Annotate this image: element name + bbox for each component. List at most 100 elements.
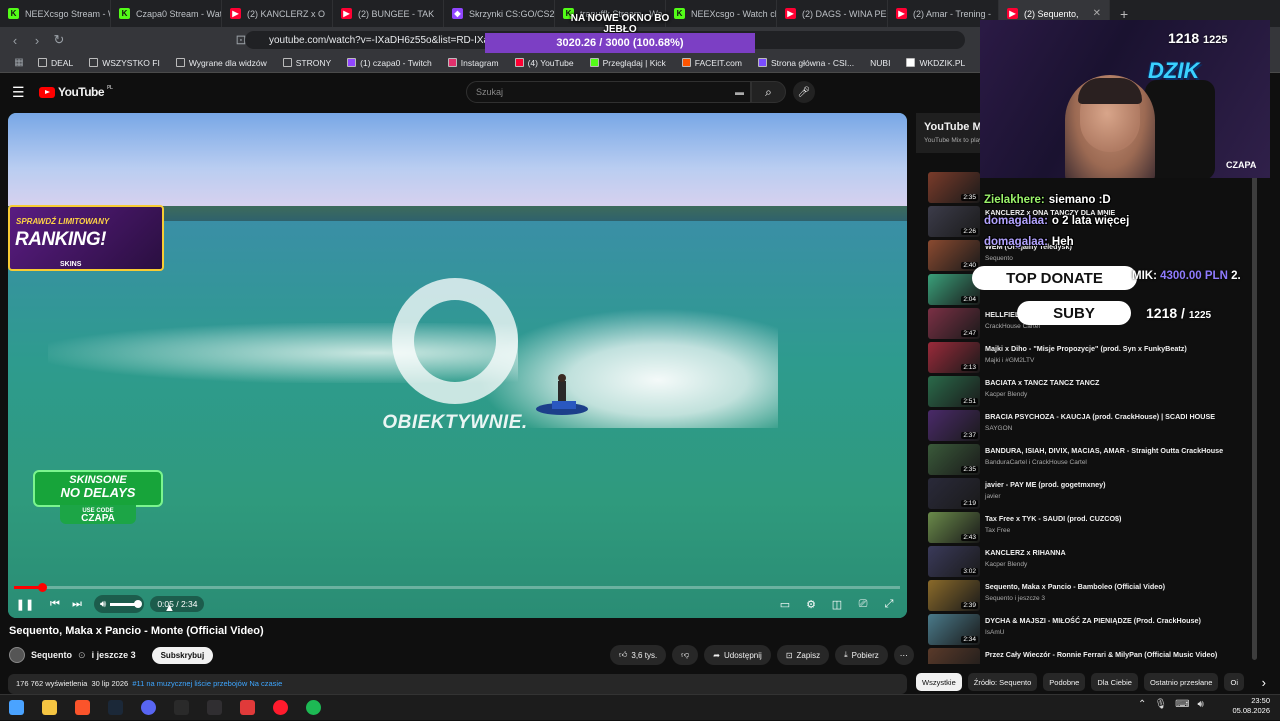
speaker-icon[interactable]: 🔊︎	[1198, 699, 1204, 710]
taskbar-obs-icon[interactable]	[198, 695, 231, 721]
playlist-thumbnail[interactable]: 2:40	[928, 240, 980, 271]
hamburger-menu-icon[interactable]: ☰	[12, 84, 25, 101]
filter-chip[interactable]: Wszystkie	[916, 673, 962, 691]
keyboard-icon[interactable]: ▬	[735, 87, 744, 97]
playlist-thumbnail[interactable]: 2:51	[928, 376, 980, 407]
volume-icon[interactable]: 🔊︎	[100, 599, 106, 610]
bookmark-item[interactable]: DEAL	[30, 58, 81, 68]
playlist-thumbnail[interactable]: 2:34	[928, 614, 980, 645]
bookmark-item[interactable]: Instagram	[440, 58, 507, 68]
playlist-thumbnail[interactable]: 3:02	[928, 546, 980, 577]
apps-grid-icon[interactable]: ▦	[8, 57, 30, 68]
playlist-item[interactable]: 2:43 Tax Free x TYK - SAUDI (prod. CUZCO$…	[928, 512, 1258, 544]
share-button[interactable]: ➦ Udostępnij	[704, 645, 771, 665]
taskbar-opera-icon[interactable]	[264, 695, 297, 721]
reload-icon[interactable]: ↻	[48, 32, 70, 48]
bookmark-item[interactable]: NUBI	[862, 58, 898, 68]
browser-tab[interactable]: ◆ Skrzynki CS:GO/CS2 |	[444, 0, 555, 27]
bookmark-item[interactable]: Strona główna - CSI...	[750, 58, 862, 68]
volume-knob[interactable]	[134, 599, 143, 608]
browser-tab[interactable]: ▶ (2) KANCLERZ x O	[222, 0, 333, 27]
bookmark-item[interactable]: WSZYSTKO FI	[81, 58, 168, 68]
playlist-item[interactable]: 2:35 BANDURA, ISIAH, DIVIX, MACIAS, AMAR …	[928, 444, 1258, 476]
clock[interactable]: 23:50 05.08.2026	[1232, 696, 1270, 716]
filter-chip[interactable]: Podobne	[1043, 673, 1086, 691]
playlist-item[interactable]: 2:34 DYCHA & MAJSZI - MIŁOŚĆ ZA PIENIĄDZE…	[928, 614, 1258, 646]
network-icon[interactable]: ⌨	[1175, 699, 1189, 710]
playlist-thumbnail[interactable]: 2:13	[928, 342, 980, 373]
next-icon[interactable]: ⏭︎	[66, 594, 88, 614]
channel-avatar[interactable]	[9, 647, 25, 663]
playlist-thumbnail[interactable]: 2:43	[928, 512, 980, 543]
search-button[interactable]: ⌕	[751, 81, 786, 103]
playlist-item[interactable]: 2:37 BRACIA PSYCHOZA - KAUCJA (prod. Crac…	[928, 410, 1258, 442]
taskbar-start-icon[interactable]	[0, 695, 33, 721]
channel-name[interactable]: Sequento	[31, 650, 72, 660]
playlist-thumbnail[interactable]: 2:35	[928, 172, 980, 203]
microphone-icon[interactable]: 🎙︎	[1154, 699, 1167, 710]
pause-icon[interactable]: ❚❚	[14, 594, 36, 614]
video-player[interactable]: OBIEKTYWNIE. SPRAWDŹ LIMITOWANY RANKING!…	[8, 113, 907, 618]
playlist-item[interactable]: 2:39 Sequento, Maka x Pancio - Bamboleo (…	[928, 580, 1258, 612]
fullscreen-icon[interactable]: ⤢	[878, 594, 900, 614]
browser-tab[interactable]: ▶ (2) BUNGEE - TAK	[333, 0, 444, 27]
tab-close-icon[interactable]: ✕	[1093, 8, 1101, 19]
settings-gear-icon[interactable]: ⚙	[800, 594, 822, 614]
video-progress-bar[interactable]	[14, 583, 900, 592]
playlist-thumbnail[interactable]: 2:39	[928, 580, 980, 611]
download-button[interactable]: ⤓ Pobierz	[835, 645, 888, 665]
channel-collab[interactable]: i jeszcze 3	[92, 650, 136, 660]
more-actions-button[interactable]: ⋯	[893, 645, 914, 665]
browser-tab[interactable]: K NEEXcsgo Stream - W	[0, 0, 111, 27]
playlist-item[interactable]: Przez Cały Wieczór - Ronnie Ferrari & Mi…	[928, 648, 1258, 664]
browser-tab[interactable]: ▶ (2) DAGS - WINA PED	[777, 0, 888, 27]
chart-tag[interactable]: #11 na muzycznej liście przebojów Na cza…	[132, 679, 282, 688]
taskbar-adobe-icon[interactable]	[231, 695, 264, 721]
taskbar-discord-icon[interactable]	[132, 695, 165, 721]
save-button[interactable]: ⊡ Zapisz	[776, 645, 830, 665]
cast-icon[interactable]: ⎚	[852, 594, 874, 614]
taskbar-steam-icon[interactable]	[99, 695, 132, 721]
description-box[interactable]: 176 762 wyświetlenia 30 lip 2026 #11 na …	[8, 674, 907, 694]
dislike-button[interactable]: 👎︎	[672, 645, 699, 665]
taskbar-epic-icon[interactable]	[165, 695, 198, 721]
bookmark-item[interactable]: Wygrane dla widzów	[168, 58, 275, 68]
volume-control[interactable]: 🔊︎	[94, 595, 145, 613]
youtube-logo[interactable]: YouTube PL	[39, 85, 113, 99]
playlist-item[interactable]: 3:02 KANCLERZ x RIHANNA Kacper Blendy	[928, 546, 1258, 578]
miniplayer-icon[interactable]: ◫	[826, 594, 848, 614]
filter-chip[interactable]: Ostatnio przesłane	[1143, 673, 1219, 691]
taskbar-explorer-icon[interactable]	[33, 695, 66, 721]
back-icon[interactable]: ‹	[4, 33, 26, 48]
bookmark-item[interactable]: (4) YouTube	[507, 58, 582, 68]
filter-chip[interactable]: Dla Ciebie	[1091, 673, 1138, 691]
playlist-thumbnail[interactable]: 2:37	[928, 410, 980, 441]
playlist-thumbnail[interactable]: 2:35	[928, 444, 980, 475]
playlist-thumbnail[interactable]: 2:26	[928, 206, 980, 237]
search-input[interactable]: Szukaj ▬	[466, 81, 751, 103]
playlist-item[interactable]: 2:13 Majki x Diho - "Misje Propozycje" (p…	[928, 342, 1258, 374]
filter-chip[interactable]: Źródło: Sequento	[967, 673, 1038, 691]
playlist-item[interactable]: 2:51 BACIATA x TANCZ TANCZ TANCZ Kacper Bl…	[928, 376, 1258, 408]
subtitles-icon[interactable]: ▭	[774, 594, 796, 614]
bookmark-item[interactable]: STRONY	[275, 58, 339, 68]
playlist-thumbnail[interactable]	[928, 648, 980, 664]
taskbar-spotify-icon[interactable]	[297, 695, 330, 721]
bookmark-item[interactable]: (1) czapa0 - Twitch	[339, 58, 440, 68]
previous-icon[interactable]: ⏮︎	[44, 594, 66, 614]
forward-icon[interactable]: ›	[26, 33, 48, 48]
filter-chip[interactable]: Oi	[1224, 673, 1244, 691]
bookmark-item[interactable]: WKDZIK.PL	[898, 58, 973, 68]
subscribe-button[interactable]: Subskrybuj	[151, 646, 214, 664]
bookmark-item[interactable]: FACEIT.com	[674, 58, 750, 68]
like-button[interactable]: 👍︎ 3,6 tys.	[610, 645, 667, 665]
tray-chevron-icon[interactable]: ⌃	[1138, 699, 1146, 710]
browser-tab[interactable]: K Czapa0 Stream - Watc	[111, 0, 222, 27]
voice-search-icon[interactable]: 🎤︎	[793, 81, 815, 103]
chips-next-icon[interactable]: ›	[1262, 675, 1266, 690]
playlist-item[interactable]: 2:19 javier - PAY ME (prod. gogetmxney) ja…	[928, 478, 1258, 510]
browser-tab[interactable]: K NEEXcsgo - Watch cli	[666, 0, 777, 27]
volume-slider[interactable]	[110, 599, 143, 608]
playlist-thumbnail[interactable]: 2:47	[928, 308, 980, 339]
playlist-thumbnail[interactable]: 2:19	[928, 478, 980, 509]
